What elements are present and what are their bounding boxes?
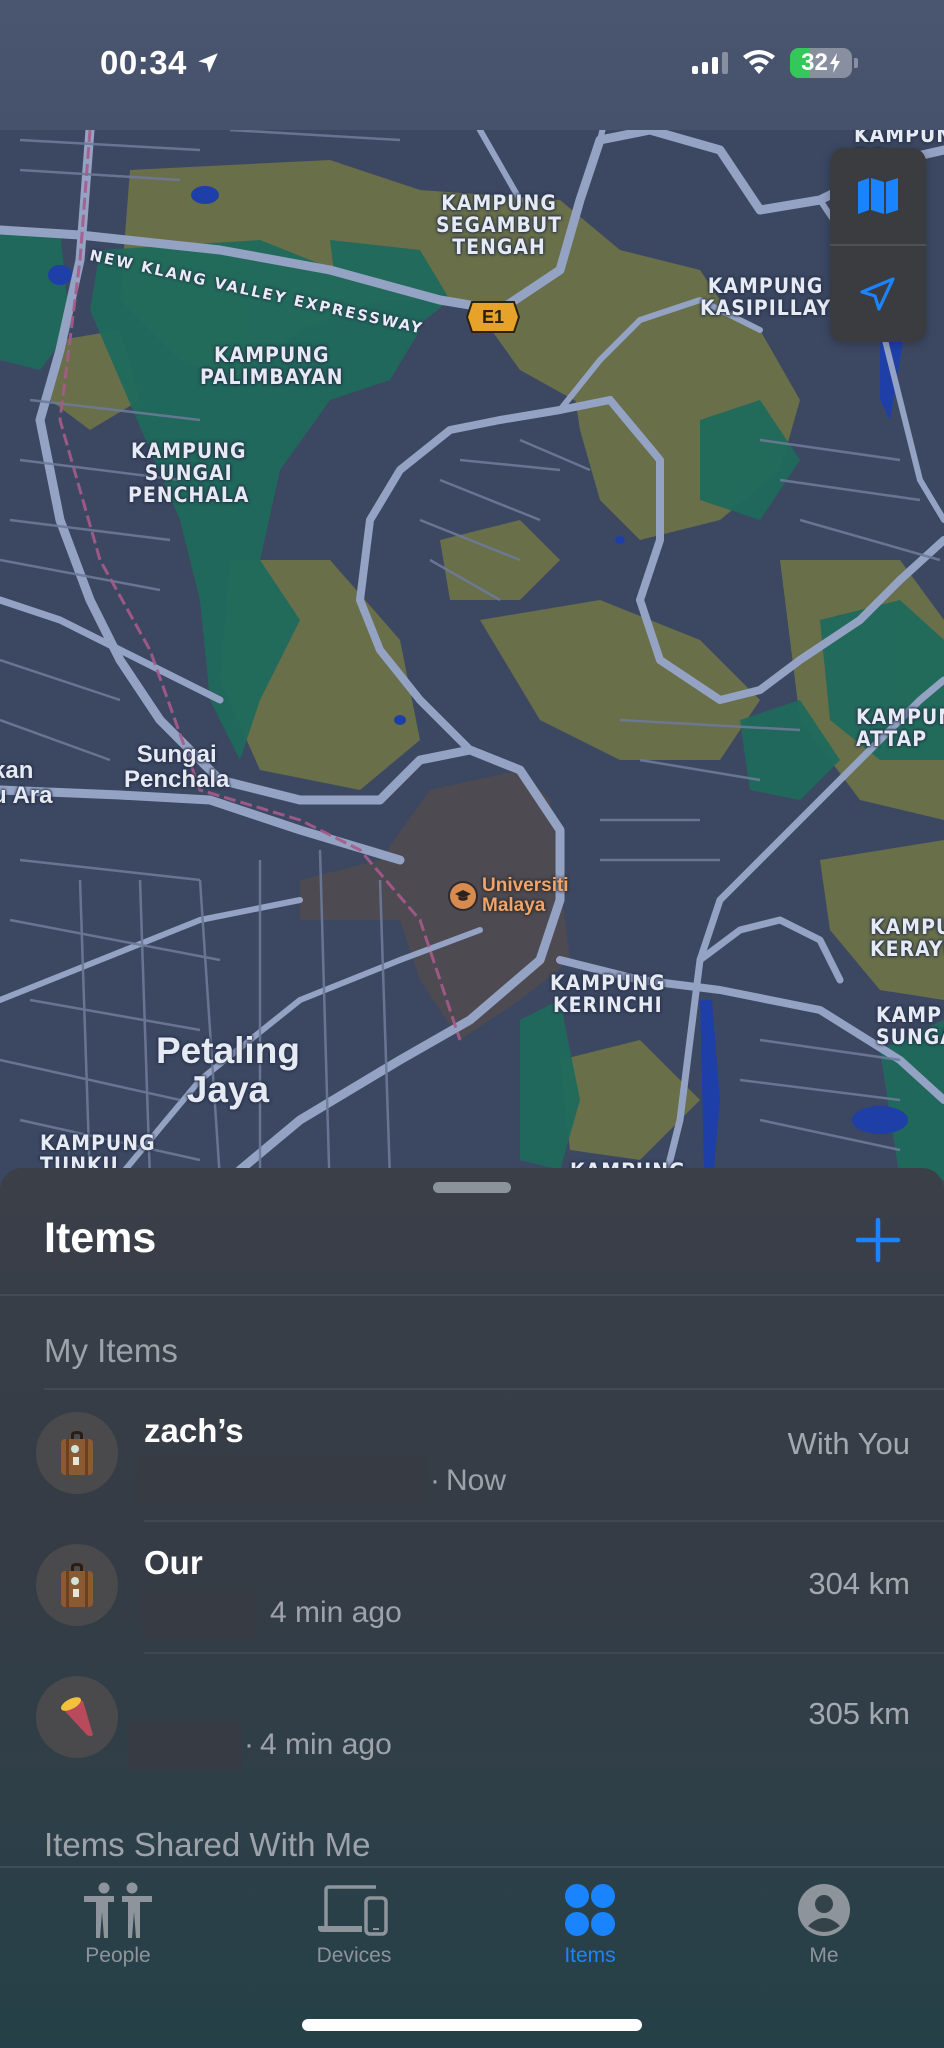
tab-people[interactable]: People bbox=[18, 1880, 218, 1980]
suitcase-emoji-icon bbox=[36, 1544, 118, 1626]
status-bar: 00:34 32 bbox=[0, 0, 944, 130]
item-row[interactable]: zach’s · Now With You bbox=[0, 1390, 944, 1522]
devices-icon bbox=[316, 1880, 392, 1940]
tab-label: People bbox=[85, 1944, 151, 1967]
tab-label: Me bbox=[809, 1944, 839, 1967]
location-services-icon bbox=[198, 53, 218, 73]
home-indicator[interactable] bbox=[302, 2019, 642, 2031]
map-label-kampung-sunga: KAMP SUNGA bbox=[876, 1003, 944, 1050]
cellular-signal-icon bbox=[692, 52, 728, 74]
item-time: Now bbox=[446, 1464, 507, 1497]
map-mode-button[interactable] bbox=[830, 148, 926, 244]
item-status: · Now bbox=[138, 1456, 506, 1506]
battery-nub bbox=[854, 58, 858, 68]
map-label-kampung-kerinchi: KAMPUNG KERINCHI bbox=[550, 971, 666, 1018]
item-name: zach’s bbox=[144, 1412, 244, 1449]
poi-name: Universiti Malaya bbox=[482, 875, 569, 916]
tab-devices[interactable]: Devices bbox=[254, 1880, 454, 1980]
map-controls bbox=[830, 148, 926, 342]
item-row[interactable]: Our 4 min ago 304 km bbox=[0, 1522, 944, 1654]
map-view[interactable]: KAMPUNG SEGAMBUT TENGAH KAMPUNG KASIPILL… bbox=[0, 0, 944, 1200]
section-header-my-items: My Items bbox=[44, 1332, 178, 1369]
location-arrow-icon bbox=[860, 277, 895, 311]
battery-icon: 32 bbox=[790, 48, 852, 78]
tab-label: Devices bbox=[316, 1944, 392, 1967]
tab-items[interactable]: Items bbox=[490, 1880, 690, 1980]
redacted-location bbox=[142, 1588, 256, 1638]
item-time: 4 min ago bbox=[270, 1596, 402, 1629]
sheet-grabber[interactable] bbox=[433, 1182, 511, 1193]
sweet-potato-emoji-icon bbox=[36, 1676, 118, 1758]
locate-me-button[interactable] bbox=[830, 246, 926, 342]
battery-indicator: 32 bbox=[790, 48, 858, 78]
highway-shield-label: E1 bbox=[481, 307, 505, 327]
item-row[interactable]: · 4 min ago 305 km bbox=[0, 1654, 944, 1786]
map-label-kampung-kasipillay: KAMPUNG KASIPILLAY bbox=[700, 274, 832, 321]
map-label-kampung-segambut-tengah: KAMPUNG SEGAMBUT TENGAH bbox=[436, 191, 563, 260]
items-icon bbox=[562, 1880, 618, 1940]
section-header-shared-items: Items Shared With Me bbox=[44, 1826, 371, 1863]
suitcase-emoji-icon bbox=[36, 1412, 118, 1494]
map-label-kampung-sungai-penchala: KAMPUNG SUNGAI PENCHALA bbox=[128, 439, 250, 508]
item-name: Our bbox=[144, 1544, 203, 1581]
separator-dot: · bbox=[430, 1464, 440, 1497]
graduation-cap-icon bbox=[450, 882, 476, 909]
battery-percent: 32 bbox=[801, 49, 828, 76]
clock-text: 00:34 bbox=[100, 44, 187, 81]
separator-dot: · bbox=[244, 1728, 254, 1761]
tab-label: Items bbox=[564, 1944, 616, 1967]
status-indicators: 32 bbox=[692, 48, 858, 78]
poi-universiti-malaya[interactable]: Universiti Malaya bbox=[450, 876, 569, 916]
map-label-sungai-penchala: Sungai Penchala bbox=[124, 741, 230, 794]
highway-shield: E1 bbox=[465, 300, 521, 334]
wifi-icon bbox=[743, 50, 775, 74]
item-status: · 4 min ago bbox=[128, 1720, 392, 1770]
item-status: 4 min ago bbox=[142, 1588, 402, 1638]
map-canvas[interactable] bbox=[0, 0, 944, 1200]
item-distance: 304 km bbox=[808, 1566, 910, 1601]
tab-me[interactable]: Me bbox=[724, 1880, 924, 1980]
map-label-kampung-attap: KAMPUN ATTAP bbox=[856, 705, 944, 752]
me-icon bbox=[796, 1880, 852, 1940]
status-time: 00:34 bbox=[100, 44, 221, 82]
map-label-kampung-kerayu: KAMPU KERAYU bbox=[870, 915, 944, 962]
plus-icon bbox=[855, 1217, 901, 1263]
item-distance: 305 km bbox=[808, 1696, 910, 1731]
title-divider bbox=[0, 1294, 944, 1296]
map-icon bbox=[858, 178, 898, 214]
redacted-location bbox=[128, 1720, 242, 1770]
map-label-kampung-palimbayan: KAMPUNG PALIMBAYAN bbox=[200, 343, 344, 390]
redacted-location bbox=[138, 1456, 428, 1506]
item-distance: With You bbox=[787, 1426, 910, 1461]
charging-bolt-icon bbox=[829, 53, 840, 73]
item-time: 4 min ago bbox=[260, 1728, 392, 1761]
sheet-title: Items bbox=[44, 1214, 157, 1262]
add-item-button[interactable] bbox=[854, 1216, 902, 1264]
map-label-petaling-jaya: Petaling Jaya bbox=[156, 1030, 300, 1110]
map-label-kan-u-ara: kan u Ara bbox=[0, 757, 53, 810]
people-icon bbox=[80, 1880, 156, 1940]
